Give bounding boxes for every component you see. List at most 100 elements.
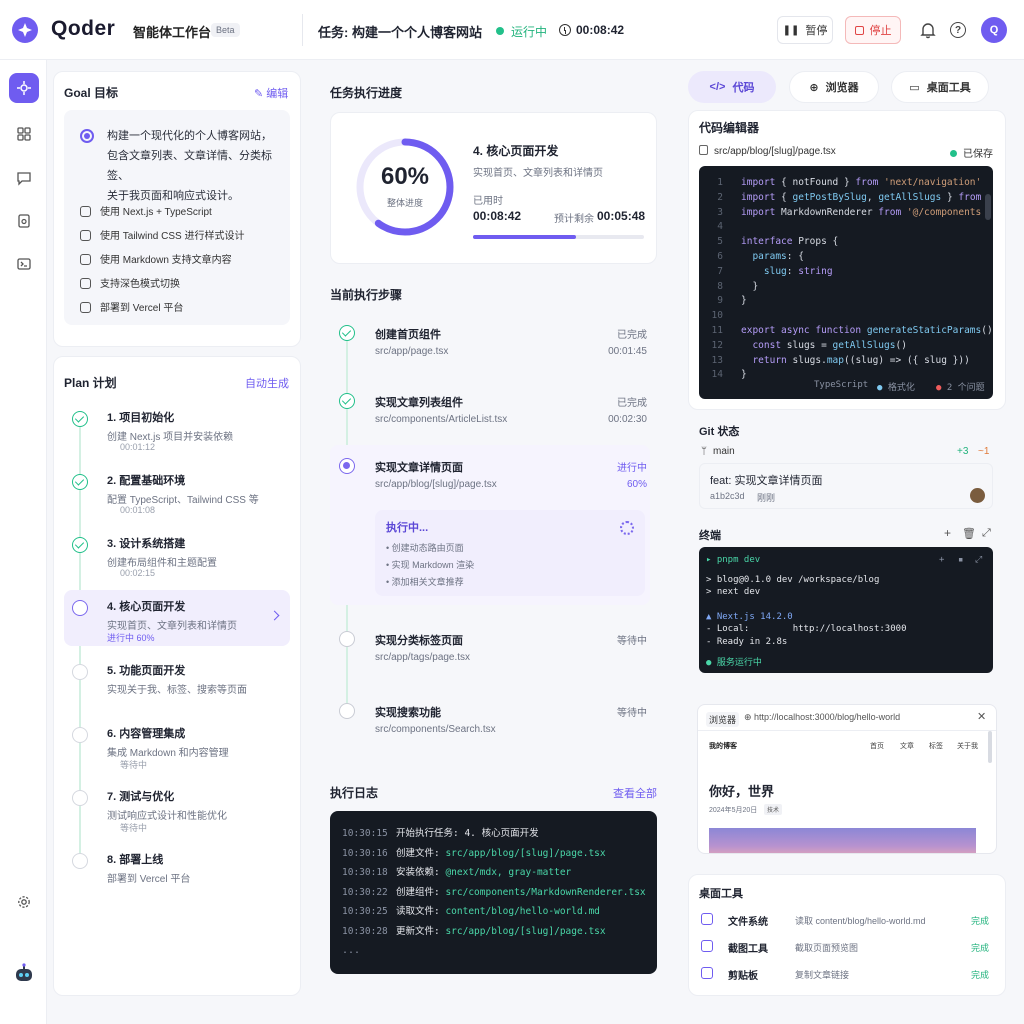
user-avatar[interactable]: Q — [981, 17, 1007, 43]
goal-edit-label: 编辑 — [266, 88, 289, 100]
add-terminal-icon[interactable]: + — [944, 526, 951, 540]
log-action: 创建组件: — [396, 886, 446, 898]
step-file: src/components/ArticleList.tsx — [375, 414, 508, 425]
step-time: 00:01:45 — [608, 346, 647, 357]
rail-settings-button[interactable] — [9, 887, 39, 917]
code-editor[interactable]: TypeScript ● 格式化 ● 2 个问题 1 import { notFo… — [699, 166, 993, 399]
goal-feature-label: 使用 Markdown 支持文章内容 — [100, 255, 232, 266]
plan-step-meta: 等待中 — [120, 760, 148, 770]
browser-url[interactable]: ⊕ http://localhost:3000/blog/hello-world — [744, 712, 900, 723]
step-row[interactable]: 实现文章列表组件 src/components/ArticleList.tsx 已完… — [330, 388, 650, 448]
line-number: 5 — [717, 236, 723, 248]
site-nav-item[interactable]: 标签 — [929, 741, 943, 751]
plan-step[interactable]: 4. 核心页面开发 实现首页、文章列表和详情页 进行中 60% — [64, 590, 290, 646]
stage-progress-fill — [473, 235, 576, 239]
step-row[interactable]: 实现搜索功能 src/components/Search.tsx 等待中 — [330, 698, 650, 758]
site-nav-item[interactable]: 关于我 — [957, 741, 978, 751]
browser-tab[interactable]: 浏览器 — [706, 712, 740, 727]
tab-browser[interactable]: ⊕ 浏览器 — [789, 71, 879, 103]
browser-scrollbar[interactable] — [988, 731, 992, 763]
log-row: 10:30:18 安装依赖: @next/mdx, gray-matter — [342, 864, 571, 878]
terminal-line: - Local: http://localhost:3000 — [706, 624, 907, 635]
problems-indicator[interactable]: ● 2 个问题 — [936, 380, 985, 393]
rail-grid-button[interactable] — [9, 119, 39, 149]
terminal-add-icon[interactable]: + — [939, 555, 944, 565]
trash-icon[interactable]: 🗑 — [962, 527, 976, 540]
terminal-trash-icon[interactable]: ▪ — [958, 555, 963, 565]
style-icon — [80, 230, 91, 241]
plan-step[interactable]: 2. 配置基础环境 配置 TypeScript、Tailwind CSS 等 00:… — [64, 464, 290, 520]
plan-step[interactable]: 7. 测试与优化 测试响应式设计和性能优化 等待中 — [64, 780, 290, 836]
workspace-title: 智能体工作台 — [133, 25, 212, 40]
plan-step[interactable]: 3. 设计系统搭建 创建布局组件和主题配置 00:02:15 — [64, 527, 290, 583]
current-step-icon — [339, 458, 355, 474]
plan-step[interactable]: 5. 功能页面开发 实现关于我、标签、搜索等页面 — [64, 654, 290, 710]
log-timestamp: 10:30:28 — [342, 925, 388, 937]
running-status-label: 运行中 — [511, 25, 548, 39]
grid-icon — [17, 127, 31, 141]
code-line: 12 const slugs = getAllSlugs() — [699, 340, 907, 355]
rail-agent-button[interactable] — [9, 73, 39, 103]
editor-file-tab[interactable]: src/app/blog/[slug]/page.tsx — [699, 145, 836, 157]
monitor-icon: ▭ — [909, 81, 920, 94]
step-row[interactable]: 实现分类标签页面 src/app/tags/page.tsx 等待中 — [330, 626, 650, 686]
terminal-expand-icon[interactable]: ⤢ — [975, 555, 982, 565]
pause-label: 暂停 — [805, 25, 828, 37]
auto-generate-link[interactable]: 自动生成 — [245, 375, 289, 391]
git-branch[interactable]: ᛘ main — [701, 446, 735, 457]
site-nav-item[interactable]: 首页 — [870, 741, 884, 751]
format-button[interactable]: ● 格式化 — [877, 380, 915, 393]
pending-icon — [72, 664, 88, 680]
terminal-tab[interactable]: ▸ pnpm dev — [706, 555, 760, 565]
desktop-tool-row[interactable]: 剪贴板 复制文章链接 完成 — [697, 964, 993, 984]
pause-button[interactable]: ❚❚ 暂停 — [777, 16, 833, 44]
remaining-label: 预计剩余 — [554, 214, 594, 225]
tab-code[interactable]: </> 代码 — [688, 71, 776, 103]
bell-icon[interactable] — [919, 21, 937, 39]
step-name: 实现文章详情页面 — [375, 462, 463, 474]
tab-desktop-tools[interactable]: ▭ 桌面工具 — [891, 71, 989, 103]
document-icon — [18, 214, 30, 228]
brand-name: Qoder — [51, 17, 116, 40]
terminal[interactable]: ▸ pnpm dev + ▪ ⤢ ● 服务运行中 > blog@0.1.0 de… — [699, 547, 993, 673]
close-icon[interactable]: ✕ — [977, 710, 986, 723]
site-nav-item[interactable]: 文章 — [900, 741, 914, 751]
editor-scrollbar[interactable] — [985, 194, 991, 220]
goal-feature-label: 支持深色模式切换 — [100, 279, 180, 290]
goal-edit-link[interactable]: ✎ 编辑 — [254, 85, 288, 101]
plan-step[interactable]: 8. 部署上线 部署到 Vercel 平台 — [64, 843, 290, 899]
theme-icon — [80, 278, 91, 289]
line-number: 14 — [711, 369, 723, 381]
plan-step-desc: 创建布局组件和主题配置 — [107, 558, 217, 569]
step-row[interactable]: 创建首页组件 src/app/page.tsx 已完成 00:01:45 — [330, 320, 650, 380]
plan-step[interactable]: 1. 项目初始化 创建 Next.js 项目并安装依赖 00:01:12 — [64, 401, 290, 457]
commit-card[interactable]: feat: 实现文章详情页面 a1b2c3d 刚刚 — [699, 463, 993, 509]
post-tag[interactable]: 技术 — [764, 804, 783, 815]
help-icon[interactable]: ? — [950, 22, 966, 38]
markdown-icon — [80, 254, 91, 265]
step-status: 已完成 — [617, 398, 647, 409]
view-all-link[interactable]: 查看全部 — [613, 785, 657, 801]
desktop-tools-title: 桌面工具 — [699, 888, 743, 900]
expand-icon[interactable]: ⤢ — [982, 527, 991, 540]
rail-terminal-button[interactable] — [9, 249, 39, 279]
rail-chat-button[interactable] — [9, 163, 39, 193]
elapsed-time: 00:08:42 — [473, 209, 522, 223]
plan-step-title: 1. 项目初始化 — [107, 412, 175, 424]
robot-icon[interactable] — [12, 962, 36, 986]
goal-feature-label: 使用 Next.js + TypeScript — [100, 207, 212, 218]
stop-button[interactable]: 停止 — [845, 16, 901, 44]
current-step-icon — [72, 600, 88, 616]
rail-doc-button[interactable] — [9, 206, 39, 236]
plan-step-title: 4. 核心页面开发 — [107, 601, 186, 613]
plan-step-meta: 进行中 60% — [107, 633, 155, 643]
line-number: 3 — [717, 206, 723, 218]
desktop-tool-row[interactable]: 截图工具 截取页面预览图 完成 — [697, 937, 993, 957]
desktop-tool-row[interactable]: 文件系统 读取 content/blog/hello-world.md 完成 — [697, 910, 993, 930]
plan-step[interactable]: 6. 内容管理集成 集成 Markdown 和内容管理 等待中 — [64, 717, 290, 773]
check-icon — [72, 411, 88, 427]
code-line: 13 return slugs.map((slug) => ({ slug })… — [699, 355, 970, 370]
current-stage-title: 4. 核心页面开发 — [473, 144, 559, 158]
format-dot: ● — [877, 383, 888, 393]
screenshot-icon — [701, 940, 713, 952]
